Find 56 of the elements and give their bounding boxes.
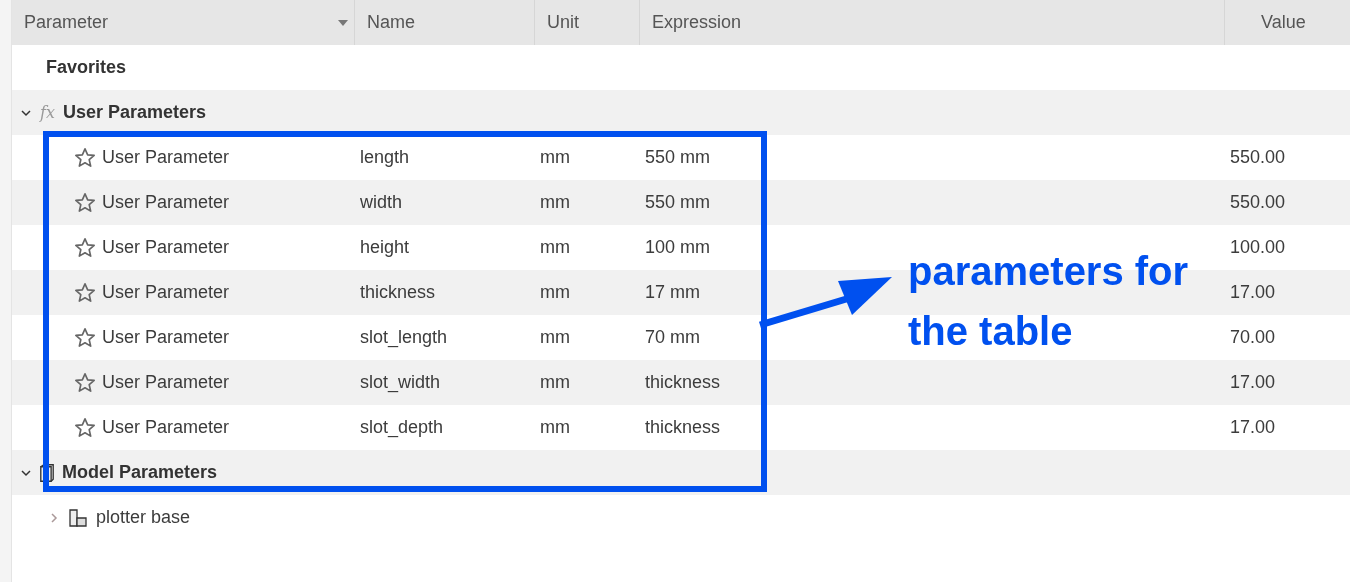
star-icon[interactable] [74,191,96,214]
unit-text: mm [540,147,570,168]
star-icon[interactable] [74,236,96,259]
group-label[interactable]: User Parameters [62,102,207,123]
unit-text: mm [540,417,570,438]
parameter-name: thickness [360,282,436,303]
group-label[interactable]: plotter base [96,507,191,528]
parameter-type: User Parameter [102,282,230,303]
value-text: 70.00 [1230,327,1276,348]
value-text: 550.00 [1230,147,1286,168]
value-text: 550.00 [1230,192,1286,213]
star-icon[interactable] [74,371,96,394]
column-header[interactable]: Unit [535,0,640,45]
column-header[interactable]: Expression [640,0,1225,45]
parameter-name: slot_depth [360,417,444,438]
parameter-type: User Parameter [102,237,230,258]
expression-text: thickness [645,417,721,438]
annotation-text: parameters for [908,248,1189,294]
parameter-type: User Parameter [102,327,230,348]
value-text: 17.00 [1230,372,1276,393]
parameter-name: slot_width [360,372,441,393]
unit-text: mm [540,372,570,393]
parameter-name: height [360,237,410,258]
column-header[interactable]: Value [1225,0,1350,45]
annotation-text: the table [908,308,1073,354]
function-icon: fx [40,103,55,122]
group-label[interactable]: Model Parameters [62,462,218,483]
component-icon [68,507,88,528]
cube-icon [40,463,54,482]
parameter-type: User Parameter [102,192,230,213]
value-text: 17.00 [1230,282,1276,303]
parameter-name: width [360,192,403,213]
parameter-type: User Parameter [102,417,230,438]
expression-text: 550 mm [645,147,711,168]
unit-text: mm [540,192,570,213]
group-label[interactable]: Favorites [46,57,127,78]
parameter-type: User Parameter [102,372,230,393]
expression-text: 70 mm [645,327,700,348]
unit-text: mm [540,282,570,303]
star-icon[interactable] [74,146,96,169]
expression-text: 17 mm [645,282,700,303]
unit-text: mm [540,237,570,258]
star-icon[interactable] [74,416,96,439]
column-header[interactable]: Parameter [12,0,355,45]
parameter-name: slot_length [360,327,448,348]
star-icon[interactable] [74,326,96,349]
star-icon[interactable] [74,281,96,304]
expression-text: 100 mm [645,237,711,258]
column-header[interactable]: Name [355,0,535,45]
value-text: 17.00 [1230,417,1276,438]
expression-text: thickness [645,372,721,393]
parameter-name: length [360,147,410,168]
parameter-type: User Parameter [102,147,230,168]
unit-text: mm [540,327,570,348]
expression-text: 550 mm [645,192,711,213]
value-text: 100.00 [1230,237,1286,258]
